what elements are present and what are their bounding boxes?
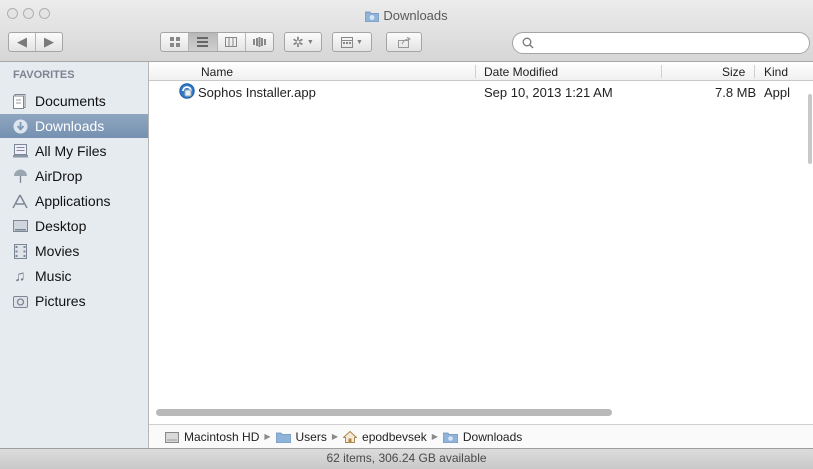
table-row[interactable]: Sophos Installer.app Sep 10, 2013 1:21 A… [149, 82, 813, 102]
arrange-menu-button[interactable]: ▼ [332, 32, 372, 52]
sidebar-item-label: AirDrop [35, 168, 83, 184]
toolbar: Downloads ◀ ▶ ✲ ▼ ▼ [0, 0, 813, 62]
documents-icon [12, 93, 28, 109]
path-label: Users [295, 429, 327, 444]
column-header: Name Date Modified Size Kind [149, 62, 813, 81]
sidebar-item-documents[interactable]: Documents [0, 89, 148, 113]
folder-icon [275, 431, 291, 443]
status-bar: 62 items, 306.24 GB available [0, 448, 813, 469]
column-kind[interactable]: Kind [764, 65, 788, 79]
path-separator-icon: ▶ [431, 432, 438, 441]
sidebar-item-label: Documents [35, 93, 106, 109]
arrange-icon [341, 36, 354, 48]
sidebar-item-label: Downloads [35, 118, 105, 134]
column-view-button[interactable] [218, 33, 246, 51]
column-name[interactable]: Name [201, 65, 233, 79]
downloads-folder-icon [442, 431, 458, 443]
forward-arrow-icon: ▶ [44, 34, 54, 49]
vertical-scrollbar[interactable] [808, 94, 812, 164]
share-button[interactable] [386, 32, 422, 52]
icon-view-button[interactable] [161, 33, 190, 51]
sidebar-item-movies[interactable]: Movies [0, 239, 148, 263]
search-input[interactable] [539, 35, 803, 52]
search-field[interactable] [512, 32, 810, 54]
share-icon [397, 36, 411, 48]
hard-drive-icon [165, 431, 179, 443]
path-label: epodbevsek [362, 429, 427, 444]
path-item-users[interactable]: Users [275, 429, 327, 444]
window-title: Downloads [0, 8, 813, 25]
chevron-down-icon: ▼ [306, 38, 314, 46]
finder-window: Downloads ◀ ▶ ✲ ▼ ▼ FAVORITES Documents … [0, 0, 813, 469]
downloads-folder-icon [364, 10, 380, 25]
nav-buttons: ◀ ▶ [8, 32, 63, 52]
back-arrow-icon: ◀ [17, 34, 27, 49]
search-icon [522, 37, 534, 49]
column-view-icon [225, 37, 238, 47]
icon-view-icon [169, 37, 180, 47]
pictures-icon [12, 293, 28, 309]
sidebar-item-label: All My Files [35, 143, 107, 159]
status-text: 62 items, 306.24 GB available [326, 451, 487, 465]
sidebar-item-label: Pictures [35, 293, 86, 309]
sidebar-item-label: Applications [35, 193, 111, 209]
favorites-heading: FAVORITES [13, 69, 75, 81]
desktop-icon [12, 218, 28, 234]
sidebar-item-music[interactable]: ♫ Music [0, 264, 148, 288]
cover-flow-view-button[interactable] [246, 33, 273, 51]
column-divider [754, 65, 755, 78]
home-icon [343, 430, 358, 443]
movies-icon [12, 243, 28, 259]
back-button[interactable]: ◀ [9, 33, 36, 51]
list-view-icon [197, 37, 209, 47]
view-mode-control [160, 32, 274, 52]
path-label: Downloads [462, 429, 523, 444]
downloads-icon [12, 118, 28, 134]
cover-flow-view-icon [252, 37, 266, 47]
airdrop-icon [12, 168, 28, 184]
file-size: 7.8 MB [715, 85, 757, 100]
sidebar-item-downloads[interactable]: Downloads [0, 114, 148, 138]
horizontal-scrollbar[interactable] [156, 409, 612, 416]
path-item-downloads[interactable]: Downloads [442, 429, 523, 444]
sidebar-item-airdrop[interactable]: AirDrop [0, 164, 148, 188]
sidebar-item-all-my-files[interactable]: All My Files [0, 139, 148, 163]
action-menu-button[interactable]: ✲ ▼ [284, 32, 322, 52]
path-label: Macintosh HD [184, 429, 260, 444]
sidebar-item-desktop[interactable]: Desktop [0, 214, 148, 238]
sidebar-item-label: Desktop [35, 218, 87, 234]
sidebar-item-label: Music [35, 268, 72, 284]
file-list: Name Date Modified Size Kind Sophos Inst… [149, 62, 813, 448]
path-item-home[interactable]: epodbevsek [343, 430, 427, 444]
list-view-button[interactable] [189, 33, 218, 51]
chevron-down-icon: ▼ [356, 38, 363, 46]
sidebar-item-pictures[interactable]: Pictures [0, 289, 148, 313]
sophos-app-icon [179, 83, 195, 102]
sidebar: FAVORITES Documents Downloads All My Fil… [0, 62, 149, 448]
file-kind: Appl [764, 85, 791, 100]
forward-button[interactable]: ▶ [36, 33, 62, 51]
sidebar-item-applications[interactable]: Applications [0, 189, 148, 213]
sidebar-item-label: Movies [35, 243, 80, 259]
music-icon: ♫ [14, 267, 26, 285]
path-separator-icon: ▶ [331, 432, 339, 441]
path-item-macintosh-hd[interactable]: Macintosh HD [165, 430, 259, 444]
applications-icon [12, 193, 28, 209]
gear-icon: ✲ [292, 33, 304, 50]
column-size[interactable]: Size [722, 65, 745, 79]
file-name: Sophos Installer.app [198, 85, 316, 100]
column-divider [661, 65, 662, 78]
file-date-modified: Sep 10, 2013 1:21 AM [484, 85, 613, 100]
column-date-modified[interactable]: Date Modified [484, 65, 558, 79]
path-bar: Macintosh HD ▶ Users ▶ epodbevsek ▶ Down… [149, 424, 813, 448]
path-separator-icon: ▶ [264, 432, 271, 441]
column-divider [475, 65, 476, 78]
all-my-files-icon [12, 143, 28, 159]
